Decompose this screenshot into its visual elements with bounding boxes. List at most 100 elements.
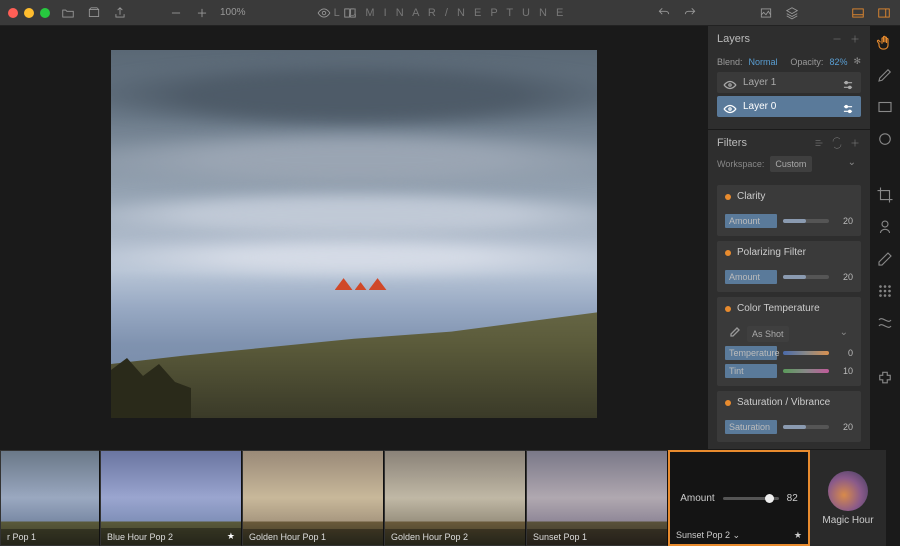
- blend-label: Blend:: [717, 57, 743, 67]
- add-filter-icon[interactable]: [849, 137, 861, 149]
- filter-enabled-dot[interactable]: [725, 250, 731, 256]
- slider-row: Temperature 0: [725, 346, 853, 360]
- blend-value[interactable]: Normal: [749, 57, 778, 67]
- filter-header[interactable]: Polarizing Filter: [717, 241, 861, 264]
- layer-item[interactable]: Layer 1: [717, 72, 861, 93]
- preset-thumb[interactable]: Blue Hour Pop 2 ★: [100, 450, 242, 546]
- filter-card: Color Temperature As Shot Temperature 0 …: [717, 297, 861, 386]
- radial-tool-icon[interactable]: [876, 130, 894, 148]
- crop-tool-icon[interactable]: [876, 186, 894, 204]
- preset-name: r Pop 1: [7, 532, 36, 542]
- image-mode-icon[interactable]: [758, 5, 774, 21]
- image-canvas[interactable]: [111, 50, 597, 418]
- erase-tool-icon[interactable]: [876, 250, 894, 268]
- slider-track[interactable]: [783, 351, 829, 355]
- preset-thumb[interactable]: Golden Hour Pop 2: [384, 450, 526, 546]
- undo-icon[interactable]: [656, 5, 672, 21]
- preview-eye-icon[interactable]: [316, 5, 332, 21]
- layer-adjust-icon[interactable]: [841, 102, 855, 112]
- slider-track[interactable]: [783, 219, 829, 223]
- filter-header[interactable]: Color Temperature: [717, 297, 861, 320]
- add-layer-icon[interactable]: [849, 33, 861, 45]
- slider-track[interactable]: [783, 275, 829, 279]
- close-window[interactable]: [8, 8, 18, 18]
- clone-tool-icon[interactable]: [876, 218, 894, 236]
- amount-slider[interactable]: [723, 497, 779, 500]
- filter-sync-icon[interactable]: [831, 137, 843, 149]
- preset-thumb[interactable]: r Pop 1: [0, 450, 100, 546]
- preset-name: Sunset Pop 1: [533, 532, 587, 542]
- opacity-value[interactable]: 82%: [829, 57, 847, 67]
- filter-card: Polarizing Filter Amount 20: [717, 241, 861, 292]
- library-icon[interactable]: [86, 5, 102, 21]
- zoom-level[interactable]: 100%: [220, 7, 246, 18]
- redo-icon[interactable]: [682, 5, 698, 21]
- layer-visibility-icon[interactable]: [723, 102, 737, 112]
- plugins-icon[interactable]: [876, 370, 894, 388]
- eyedropper-icon[interactable]: [725, 326, 741, 342]
- slider-value: 20: [835, 422, 853, 432]
- filter-header[interactable]: Saturation / Vibrance: [717, 391, 861, 414]
- filter-presets-icon[interactable]: [813, 137, 825, 149]
- preset-filmstrip: r Pop 1 Blue Hour Pop 2 ★ Golden Hour Pop…: [0, 450, 900, 546]
- zoom-in-icon[interactable]: [194, 5, 210, 21]
- layer-item[interactable]: Layer 0: [717, 96, 861, 117]
- opacity-label: Opacity:: [790, 57, 823, 67]
- layer-visibility-icon[interactable]: [723, 78, 737, 88]
- wb-preset-select[interactable]: As Shot: [747, 326, 789, 342]
- minimize-window[interactable]: [24, 8, 34, 18]
- slider-row: Amount 20: [725, 270, 853, 284]
- layer-name: Layer 0: [743, 101, 835, 112]
- preset-thumb-selected[interactable]: Amount 82 Sunset Pop 2 ⌄★: [668, 450, 810, 546]
- gradient-tool-icon[interactable]: [876, 98, 894, 116]
- canvas-area[interactable]: [0, 26, 708, 450]
- filters-title: Filters: [717, 137, 807, 149]
- tool-strip: [870, 26, 900, 450]
- layers-section: Layers Blend: Normal Opacity: 82% ✻ Laye…: [708, 26, 870, 130]
- remove-layer-icon[interactable]: [831, 33, 843, 45]
- filter-name: Color Temperature: [737, 303, 853, 314]
- window-controls: [8, 8, 50, 18]
- layer-name: Layer 1: [743, 77, 835, 88]
- preset-thumb[interactable]: Golden Hour Pop 1: [242, 450, 384, 546]
- filter-enabled-dot[interactable]: [725, 400, 731, 406]
- workspace-select[interactable]: Custom: [770, 156, 812, 172]
- slider-value: 20: [835, 272, 853, 282]
- star-icon[interactable]: ★: [227, 531, 235, 542]
- app-title: L U M I N A R / N E P T U N E: [334, 7, 567, 19]
- preset-name: Golden Hour Pop 2: [391, 532, 468, 542]
- denoise-tool-icon[interactable]: [876, 282, 894, 300]
- slider-track[interactable]: [783, 369, 829, 373]
- filter-card: Saturation / Vibrance Saturation 20: [717, 391, 861, 442]
- open-folder-icon[interactable]: [60, 5, 76, 21]
- layer-settings-icon[interactable]: ✻: [853, 56, 861, 67]
- filter-header[interactable]: Clarity: [717, 185, 861, 208]
- preset-name: Blue Hour Pop 2: [107, 532, 173, 542]
- transform-tool-icon[interactable]: [876, 314, 894, 332]
- side-panel: Layers Blend: Normal Opacity: 82% ✻ Laye…: [708, 26, 870, 450]
- preset-category[interactable]: Magic Hour: [810, 450, 886, 546]
- workspace-label: Workspace:: [717, 159, 764, 169]
- preset-name: Sunset Pop 2 ⌄: [676, 530, 740, 541]
- filter-enabled-dot[interactable]: [725, 194, 731, 200]
- preset-thumb[interactable]: Sunset Pop 1: [526, 450, 668, 546]
- maximize-window[interactable]: [40, 8, 50, 18]
- sidepanel-toggle-icon[interactable]: [876, 5, 892, 21]
- filter-name: Polarizing Filter: [737, 247, 853, 258]
- slider-label: Temperature: [725, 346, 777, 360]
- brush-tool-icon[interactable]: [876, 66, 894, 84]
- pan-tool-icon[interactable]: [876, 34, 894, 52]
- filter-name: Saturation / Vibrance: [737, 397, 853, 408]
- zoom-out-icon[interactable]: [168, 5, 184, 21]
- layers-mode-icon[interactable]: [784, 5, 800, 21]
- filmstrip-toggle-icon[interactable]: [850, 5, 866, 21]
- amount-label: Amount: [680, 493, 714, 504]
- layer-adjust-icon[interactable]: [841, 78, 855, 88]
- filter-enabled-dot[interactable]: [725, 306, 731, 312]
- slider-track[interactable]: [783, 425, 829, 429]
- slider-value: 20: [835, 216, 853, 226]
- share-icon[interactable]: [112, 5, 128, 21]
- star-icon[interactable]: ★: [794, 530, 802, 541]
- slider-value: 10: [835, 366, 853, 376]
- slider-label: Saturation: [725, 420, 777, 434]
